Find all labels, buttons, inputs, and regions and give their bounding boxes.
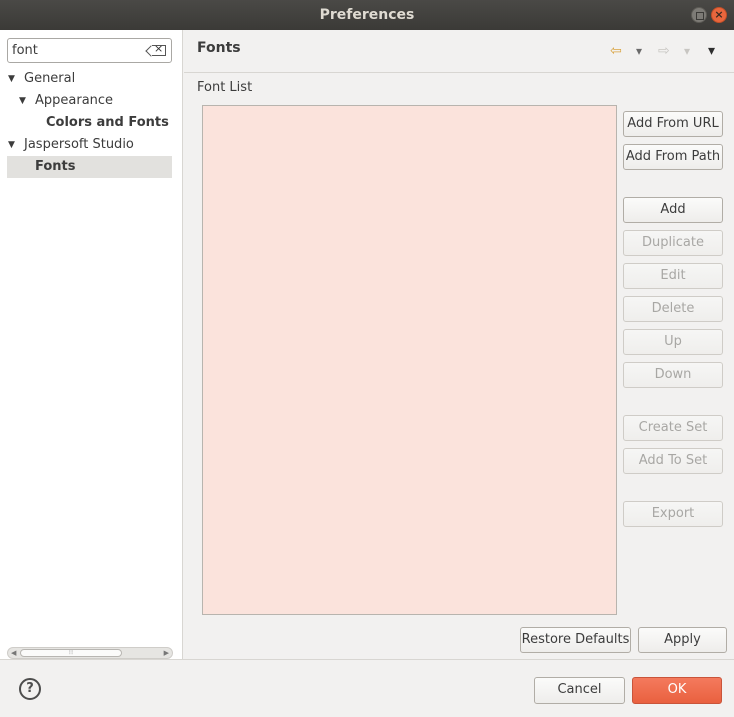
maximize-button[interactable] <box>691 7 707 23</box>
filter-input[interactable] <box>12 41 147 60</box>
window-title: Preferences <box>319 7 415 23</box>
tree-item-colors-and-fonts[interactable]: Colors and Fonts <box>0 112 182 134</box>
expand-triangle-icon[interactable]: ▼ <box>19 90 26 112</box>
up-button[interactable]: Up <box>623 329 723 355</box>
create-set-button[interactable]: Create Set <box>623 415 723 441</box>
ok-button[interactable]: OK <box>632 677 722 704</box>
horizontal-scrollbar[interactable]: ◀ ⦙⦙⦙ ▶ <box>7 647 173 659</box>
restore-defaults-button[interactable]: Restore Defaults <box>520 627 631 653</box>
help-icon[interactable]: ? <box>19 678 41 700</box>
scroll-left-icon[interactable]: ◀ <box>11 648 16 658</box>
preferences-tree: ▼ General ▼ Appearance Colors and Fonts … <box>0 68 182 178</box>
tree-item-label: Appearance <box>35 93 114 108</box>
forward-dropdown-icon: ▾ <box>684 44 691 58</box>
back-icon[interactable]: ⇦ <box>610 43 622 59</box>
duplicate-button[interactable]: Duplicate <box>623 230 723 256</box>
add-from-url-button[interactable]: Add From URL <box>623 111 723 137</box>
expand-triangle-icon[interactable]: ▼ <box>8 134 15 156</box>
preference-page: Fonts ⇦ ▾ ⇨ ▾ ▾ Font List Add From URL A… <box>184 30 734 659</box>
edit-button[interactable]: Edit <box>623 263 723 289</box>
scroll-right-icon[interactable]: ▶ <box>164 648 169 658</box>
add-button[interactable]: Add <box>623 197 723 223</box>
tree-item-fonts[interactable]: Fonts <box>7 156 172 178</box>
forward-icon: ⇨ <box>658 43 670 59</box>
title-bar: Preferences × <box>0 0 734 30</box>
close-icon: × <box>714 8 724 21</box>
font-list-label: Font List <box>197 80 253 95</box>
filter-field[interactable] <box>7 38 172 63</box>
add-from-path-button[interactable]: Add From Path <box>623 144 723 170</box>
tree-item-jaspersoft-studio[interactable]: ▼ Jaspersoft Studio <box>0 134 182 156</box>
expand-triangle-icon[interactable]: ▼ <box>8 68 15 90</box>
tree-item-appearance[interactable]: ▼ Appearance <box>0 90 182 112</box>
header-divider <box>184 72 734 73</box>
dialog-button-bar: ? Cancel OK <box>0 659 734 717</box>
tree-item-label: General <box>24 71 76 86</box>
delete-button[interactable]: Delete <box>623 296 723 322</box>
export-button[interactable]: Export <box>623 501 723 527</box>
clear-filter-icon[interactable] <box>152 42 166 56</box>
tree-item-label: Fonts <box>35 159 76 174</box>
tree-item-label: Colors and Fonts <box>46 115 169 130</box>
add-to-set-button[interactable]: Add To Set <box>623 448 723 474</box>
tree-item-general[interactable]: ▼ General <box>0 68 182 90</box>
back-dropdown-icon[interactable]: ▾ <box>636 43 642 59</box>
page-title: Fonts <box>197 40 241 56</box>
view-menu-icon[interactable]: ▾ <box>708 43 715 59</box>
scrollbar-thumb[interactable]: ⦙⦙⦙ <box>20 649 122 657</box>
close-button[interactable]: × <box>711 7 727 23</box>
font-list[interactable] <box>202 105 617 615</box>
preferences-tree-panel: ▼ General ▼ Appearance Colors and Fonts … <box>0 30 183 659</box>
down-button[interactable]: Down <box>623 362 723 388</box>
apply-button[interactable]: Apply <box>638 627 727 653</box>
cancel-button[interactable]: Cancel <box>534 677 625 704</box>
tree-item-label: Jaspersoft Studio <box>24 137 134 152</box>
